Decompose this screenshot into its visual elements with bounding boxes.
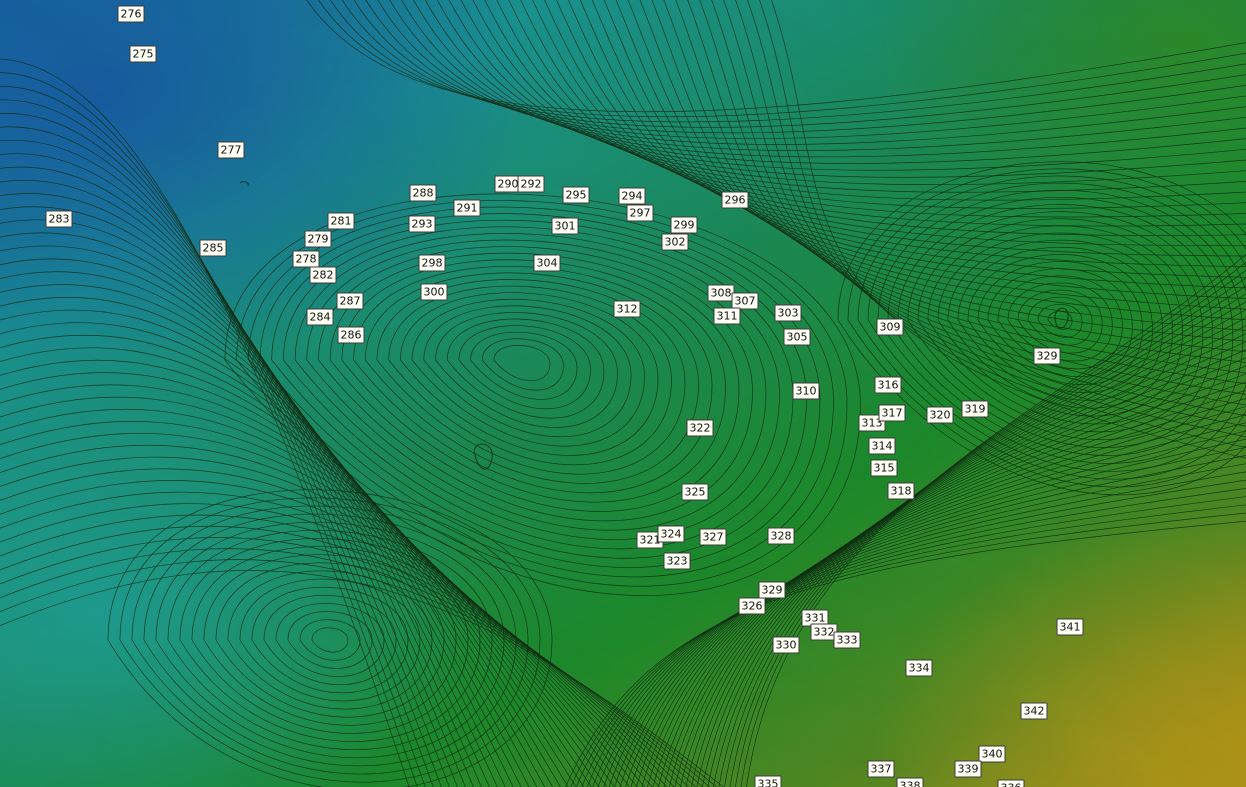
elevation-label: 336 [997,779,1025,787]
elevation-label: 300 [420,283,448,301]
elevation-label: 322 [686,419,714,437]
elevation-label: 329 [1033,347,1061,365]
elevation-label: 316 [874,376,902,394]
elevation-label: 333 [833,631,861,649]
elevation-label: 299 [670,216,698,234]
elevation-label: 317 [878,404,906,422]
elevation-label: 323 [663,552,691,570]
elevation-label: 294 [618,187,646,205]
elevation-label: 284 [306,308,334,326]
elevation-label: 297 [626,204,654,222]
elevation-label: 325 [681,483,709,501]
elevation-label: 326 [738,597,766,615]
elevation-label: 315 [870,459,898,477]
elevation-label: 329 [758,581,786,599]
elevation-label: 283 [45,210,73,228]
elevation-label: 318 [887,482,915,500]
elevation-label: 342 [1020,702,1048,720]
map-view[interactable]: 276 275 277 283 285 288 293 290 292 291 295 294 297 2… [0,0,1246,787]
elevation-label: 312 [613,300,641,318]
elevation-label: 277 [217,141,245,159]
elevation-label: 292 [517,175,545,193]
elevation-label: 296 [721,191,749,209]
elevation-label: 286 [337,326,365,344]
elevation-label: 327 [699,528,727,546]
elevation-label: 339 [954,760,982,778]
elevation-label: 324 [657,525,685,543]
elevation-label: 281 [327,212,355,230]
elevation-label: 275 [129,45,157,63]
elevation-label: 291 [453,199,481,217]
elevation-label: 298 [418,254,446,272]
elevation-label: 278 [292,250,320,268]
elevation-label: 311 [713,307,741,325]
elevation-label: 302 [661,233,689,251]
elevation-label: 308 [707,284,735,302]
elevation-label: 303 [774,304,802,322]
elevation-label: 301 [551,217,579,235]
elevation-label: 276 [117,5,145,23]
elevation-label: 305 [783,328,811,346]
elevation-label: 309 [876,318,904,336]
elevation-label: 319 [961,400,989,418]
elevation-label: 341 [1056,618,1084,636]
elevation-label: 314 [868,437,896,455]
elevation-label: 285 [199,239,227,257]
elevation-label: 288 [409,184,437,202]
elevation-label: 295 [562,186,590,204]
elevation-label: 287 [336,292,364,310]
elevation-label: 293 [408,215,436,233]
elevation-label: 279 [304,230,332,248]
elevation-label: 334 [905,659,933,677]
elevation-label: 310 [792,382,820,400]
terrain-surface [0,0,1246,787]
elevation-label: 337 [867,760,895,778]
elevation-label: 335 [754,775,782,787]
elevation-label: 338 [896,777,924,787]
elevation-label: 304 [533,254,561,272]
elevation-label: 320 [926,406,954,424]
elevation-label: 328 [767,527,795,545]
elevation-label: 282 [309,266,337,284]
elevation-label: 340 [978,745,1006,763]
elevation-label: 330 [772,636,800,654]
